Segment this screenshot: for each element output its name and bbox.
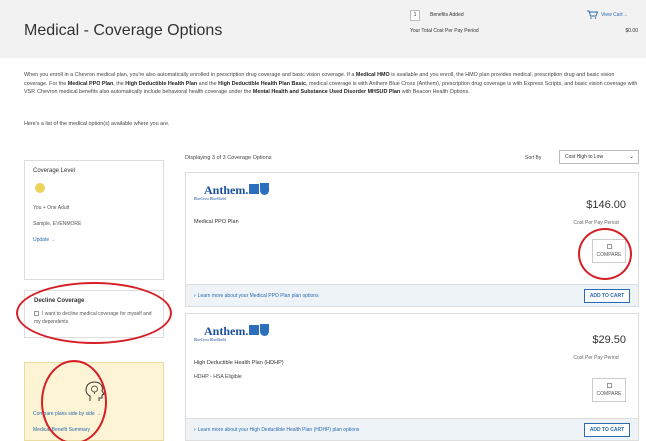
anthem-logo: Anthem. BlueCross BlueShield — [194, 324, 274, 346]
cart-icon[interactable] — [587, 10, 598, 19]
chevron-right-icon: › — [194, 427, 196, 433]
compare-checkbox[interactable]: COMPARE — [592, 378, 626, 402]
benefits-count: 1 — [410, 10, 420, 21]
total-cost-label: Your Total Cost Per Pay Period — [410, 28, 479, 34]
compare-label: COMPARE — [596, 391, 622, 397]
intro-paragraph: When you enroll in a Chevron medical pla… — [24, 71, 638, 97]
coverage-level-panel: Coverage Level You + One Adult Sample, E… — [24, 160, 164, 280]
blue-shield-icon — [260, 324, 269, 336]
learn-more-text: Learn more about your Medical PPO Plan p… — [197, 293, 319, 299]
sort-select[interactable]: Cost High to Low ⌄ — [559, 150, 639, 164]
intro-bold: Medical HMO — [355, 72, 390, 78]
annotation-circle — [16, 282, 172, 344]
coverage-level-value: You + One Adult — [33, 205, 70, 211]
chevron-down-icon: ⌄ — [628, 154, 634, 160]
options-note: Here's a list of the medical option(s) a… — [24, 121, 170, 127]
logo-word: Anthem. — [204, 183, 249, 197]
annotation-circle — [41, 360, 107, 441]
intro-text: with Beacon Health Options. — [400, 89, 470, 96]
compare-check-icon — [606, 383, 612, 388]
logo-subtitle: BlueCross BlueShield — [194, 338, 226, 342]
intro-bold: Mental Health and Substance Used Disorde… — [252, 89, 401, 96]
page-title: Medical - Coverage Options — [24, 22, 223, 39]
learn-more-link[interactable]: › Learn more about your High Deductible H… — [194, 427, 359, 433]
benefits-added-label: Benefits Added — [430, 12, 464, 18]
page-header: Medical - Coverage Options 1 Benefits Ad… — [0, 0, 646, 58]
blue-cross-icon — [249, 184, 259, 194]
total-cost-value: $0.00 — [625, 28, 638, 34]
logo-word: Anthem. — [204, 324, 249, 338]
update-link[interactable]: Update → — [33, 237, 56, 243]
plan-name: High Deductible Health Plan (HDHP) — [194, 360, 284, 366]
results-count: Displaying 3 of 3 Coverage Options — [185, 155, 272, 161]
intro-text: When you enroll in a Chevron medical pla… — [24, 72, 356, 78]
learn-more-text: Learn more about your High Deductible He… — [197, 427, 360, 433]
plan-card: Anthem. BlueCross BlueShield High Deduct… — [185, 313, 639, 441]
sort-label: Sort By — [525, 155, 542, 161]
plan-price: $146.00 — [586, 199, 626, 211]
logo-subtitle: BlueCross BlueShield — [194, 197, 226, 201]
add-to-cart-button[interactable]: ADD TO CART — [584, 289, 630, 303]
add-to-cart-button[interactable]: ADD TO CART — [584, 423, 630, 437]
avatar-icon — [35, 183, 45, 193]
total-row: Your Total Cost Per Pay Period $0.00 — [410, 26, 640, 38]
plan-footer: › Learn more about your High Deductible H… — [186, 418, 638, 440]
intro-bold: Medical PPO Plan — [67, 80, 114, 87]
cost-per-pay-period-label: Cost Per Pay Period — [573, 220, 619, 226]
anthem-logo: Anthem. BlueCross BlueShield — [194, 183, 274, 205]
blue-cross-icon — [249, 325, 259, 335]
view-cart-link[interactable]: View Cart→ — [601, 12, 628, 18]
dependent-name: Sample, EVENMORE — [33, 221, 82, 227]
intro-text: , the — [113, 80, 126, 87]
cart-summary: 1 Benefits Added View Cart→ Your Total C… — [410, 10, 640, 46]
learn-more-link[interactable]: › Learn more about your Medical PPO Plan … — [194, 293, 319, 299]
cost-per-pay-period-label: Cost Per Pay Period — [573, 355, 619, 361]
plan-price: $29.50 — [592, 334, 626, 346]
plan-name: Medical PPO Plan — [194, 219, 239, 225]
chevron-right-icon: › — [194, 293, 196, 299]
benefits-row: 1 Benefits Added View Cart→ — [410, 10, 640, 22]
intro-bold: High Deductible Health Plan — [125, 80, 198, 87]
plan-card: Anthem. BlueCross BlueShield Medical PPO… — [185, 172, 639, 307]
annotation-circle — [578, 228, 632, 280]
blue-shield-icon — [260, 183, 269, 195]
intro-bold: High Deductible Health Plan Basic — [218, 80, 306, 87]
coverage-level-heading: Coverage Level — [33, 168, 76, 174]
intro-text: and the — [197, 80, 219, 87]
plan-footer: › Learn more about your Medical PPO Plan … — [186, 284, 638, 306]
sort-value: Cost High to Low — [565, 154, 604, 160]
plan-subtitle: HDHP - HSA Eligible — [194, 374, 242, 380]
